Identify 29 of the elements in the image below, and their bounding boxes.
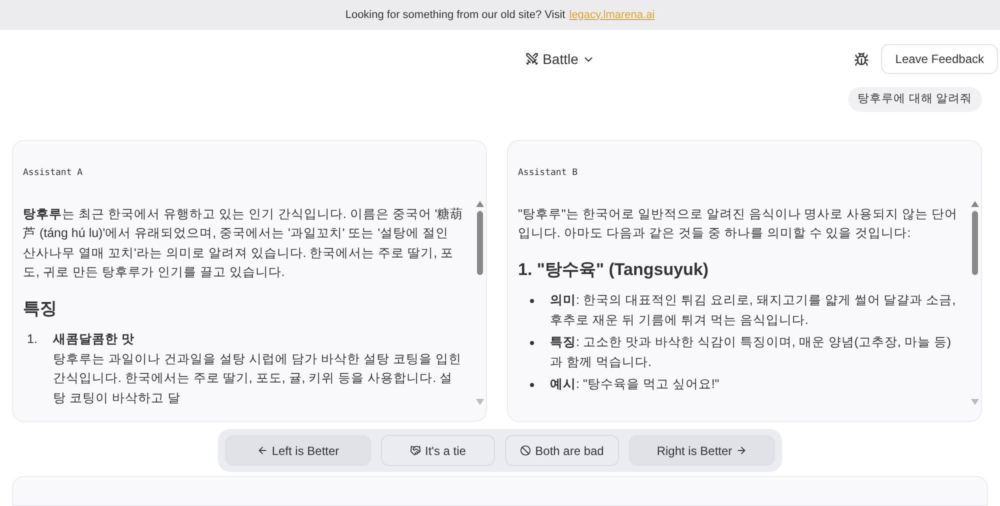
list-item-text: 특징: 고소한 맛과 바삭한 식감이 특징이며, 매운 양념(고추장, 마늘 등)과 함께 먹습니다. (549, 334, 952, 371)
paragraph: "탕후루"는 한국어로 일반적으로 알려진 음식이나 명사로 사용되지 않는 단어입니다. 아마도 다음과 같은 것들 중 하나를 의미할 수 있을 것입니다: (518, 206, 959, 242)
bullet-icon (530, 299, 534, 304)
arrow-right-icon (736, 445, 748, 456)
list-item-text: 예시: "탕수육을 먹고 싶어요!" (549, 376, 720, 394)
arrow-left-icon (256, 445, 268, 456)
bullet-icon (530, 383, 534, 388)
banner-text: Looking for something from our old site? Visit (345, 8, 566, 23)
bullet-icon (530, 341, 534, 346)
list-item-text: 의미: 한국의 대표적인 튀김 요리로, 돼지고기를 얇게 썰어 달걀과 소금, 후추로 재운 뒤 기름에 튀겨 먹는 음식입니다. (549, 292, 957, 329)
handshake-icon (410, 445, 421, 456)
panel-label: Assistant A (23, 168, 83, 178)
ban-icon (520, 445, 532, 456)
vote-button[interactable]: Both are bad (505, 435, 619, 466)
vote-button[interactable]: Left is Better (225, 435, 371, 466)
leave-feedback-button[interactable]: Leave Feedback (881, 44, 998, 74)
section-heading: 1. "탕수육" (Tangsuyuk) (518, 260, 709, 280)
vote-button[interactable]: It's a tie (381, 435, 495, 466)
user-message: 탕후루에 대해 알려줘 (848, 86, 982, 112)
vote-button[interactable]: Right is Better (629, 435, 775, 466)
list-item-title: 새콤달콤한 맛 (53, 331, 136, 348)
list-number: 1. (27, 331, 38, 348)
section-heading: 특징 (23, 298, 57, 318)
list-item-text: 탕후루는 과일이나 건과일을 설탕 시럽에 담가 바삭한 설탕 코팅을 입힌 간식입니다. 한국에서는 주로 딸기, 포도, 귤, 키위 등을 사용합니다. 설탕 코팅이 바삭하고 달 (53, 350, 462, 407)
bug-icon[interactable] (854, 52, 870, 67)
mode-selector[interactable]: Battle (524, 48, 596, 70)
swords-icon (524, 52, 539, 66)
panel-label: Assistant B (518, 168, 578, 178)
paragraph: 탕후루는 최근 한국에서 유행하고 있는 인기 간식입니다. 이름은 중국어 '糖葫芦 (táng hú lu)'에서 유래되었으며, 중국에서는 '과일꼬치' 또는 '설탕에 절인 산사나무 열매 꼬치'라는 의미로 알려져 있습니다. 한국에서는 주로 딸기, 포도, 귀로 만든 탕후루가 인기를 끌고 있습니다. (23, 206, 464, 282)
